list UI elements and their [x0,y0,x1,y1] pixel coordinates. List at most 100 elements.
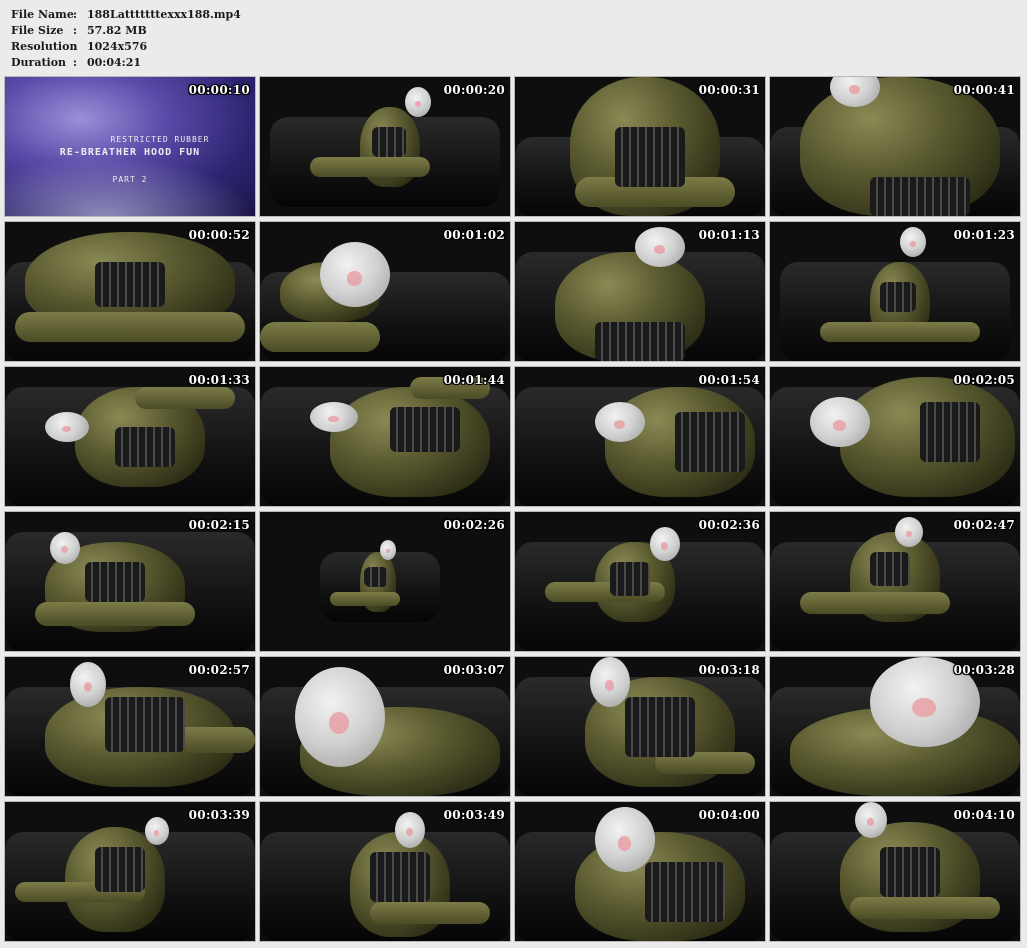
hood-shape [595,402,645,442]
hood-shape [395,812,425,848]
thumbnail-frame[interactable]: 00:04:00 [514,801,766,942]
hood-shape [45,412,89,442]
thumbnail-frame[interactable]: 00:03:18 [514,656,766,797]
thumbnail-image [515,77,765,216]
corset-shape [115,427,175,467]
thumbnail-frame[interactable]: 00:03:28 [769,656,1021,797]
thumbnail-timestamp: 00:00:31 [698,83,760,97]
thumbnail-timestamp: 00:03:18 [698,663,760,677]
thumbnail-frame[interactable]: 00:00:52 [4,221,256,362]
thumbnail-frame[interactable]: 00:02:47 [769,511,1021,652]
duration-label: Duration [11,56,67,69]
hood-shape [310,402,358,432]
corset-shape [615,127,685,187]
thumbnail-frame[interactable]: 00:01:44 [259,366,511,507]
limb-shape [330,592,400,606]
thumbnail-timestamp: 00:04:00 [698,808,760,822]
duration-value: 00:04:21 [87,56,142,69]
thumbnail-frame[interactable]: 00:02:26 [259,511,511,652]
thumbnail-timestamp: 00:02:47 [953,518,1015,532]
thumbnail-image [5,657,255,796]
thumbnail-image [770,222,1020,361]
thumbnail-image [515,512,765,651]
thumbnail-frame[interactable]: 00:01:54 [514,366,766,507]
corset-shape [880,282,916,312]
thumbnail-timestamp: 00:02:57 [188,663,250,677]
corset-shape [364,567,388,587]
resolution-label: Resolution [11,40,78,53]
thumbnail-image [260,222,510,361]
thumbnail-timestamp: 00:02:05 [953,373,1015,387]
thumbnail-frame[interactable]: 00:00:20 [259,76,511,217]
thumbnail-frame[interactable]: 00:00:41 [769,76,1021,217]
corset-shape [645,862,725,922]
thumbnail-image [770,657,1020,796]
thumbnail-timestamp: 00:03:39 [188,808,250,822]
hood-shape [855,802,887,838]
thumbnail-image [770,367,1020,506]
thumbnail-timestamp: 00:01:23 [953,228,1015,242]
title-card-smoke [5,156,255,216]
file-size-value: 57.82 MB [87,24,147,37]
thumbnail-image [770,77,1020,216]
corset-shape [870,552,910,586]
thumbnail-image [5,367,255,506]
corset-shape [625,697,695,757]
thumbnail-frame[interactable]: 00:03:49 [259,801,511,942]
thumbnail-frame[interactable]: 00:02:57 [4,656,256,797]
thumbnail-frame[interactable]: 00:02:05 [769,366,1021,507]
hood-shape [50,532,80,564]
thumbnail-frame[interactable]: 00:02:15 [4,511,256,652]
corset-shape [105,697,185,752]
thumbnail-image [515,657,765,796]
thumbnail-timestamp: 00:00:41 [953,83,1015,97]
file-size-row: File Size : 57.82 MB [11,23,241,39]
thumbnail-frame[interactable]: 00:04:10 [769,801,1021,942]
thumbnail-frame[interactable]: 00:03:07 [259,656,511,797]
thumbnail-timestamp: 00:02:36 [698,518,760,532]
thumbnail-image [260,802,510,941]
corset-shape [595,322,685,361]
hood-shape [145,817,169,845]
thumbnail-timestamp: 00:00:10 [188,83,250,97]
thumbnail-frame[interactable]: 00:01:13 [514,221,766,362]
hood-shape [295,667,385,767]
thumbnail-frame[interactable]: 00:03:39 [4,801,256,942]
limb-shape [310,157,430,177]
duration-row: Duration : 00:04:21 [11,55,241,71]
resolution-separator: : [73,40,78,53]
thumbnail-image [770,512,1020,651]
thumbnail-frame[interactable]: 00:02:36 [514,511,766,652]
thumbnail-image [260,367,510,506]
thumbnail-image [5,512,255,651]
corset-shape [372,127,406,157]
hood-shape [380,540,396,560]
thumbnail-frame[interactable]: 00:01:23 [769,221,1021,362]
thumbnail-image [260,512,510,651]
thumbnail-frame[interactable]: 00:00:31 [514,76,766,217]
thumbnail-timestamp: 00:03:49 [443,808,505,822]
limb-shape [800,592,950,614]
thumbnail-timestamp: 00:02:15 [188,518,250,532]
thumbnail-frame[interactable]: 00:01:02 [259,221,511,362]
hood-shape [650,527,680,561]
thumbnail-image [5,802,255,941]
thumbnail-timestamp: 00:01:54 [698,373,760,387]
thumbnail-timestamp: 00:00:20 [443,83,505,97]
file-name-row: File Name : 188Latttttttexxx188.mp4 [11,7,241,23]
file-name-value: 188Latttttttexxx188.mp4 [87,8,241,21]
corset-shape [870,177,970,216]
file-name-separator: : [73,8,78,21]
hood-shape [320,242,390,307]
file-name-label: File Name [11,8,74,21]
thumbnail-title-card[interactable]: RESTRICTED RUBBER RE-BREATHER HOOD FUN P… [4,76,256,217]
title-card-line3: PART 2 [112,175,148,184]
limb-shape [135,387,235,409]
thumbnail-frame[interactable]: 00:01:33 [4,366,256,507]
thumbnail-image [515,802,765,941]
thumbnail-timestamp: 00:01:13 [698,228,760,242]
thumbnail-timestamp: 00:00:52 [188,228,250,242]
thumbnail-timestamp: 00:04:10 [953,808,1015,822]
hood-shape [810,397,870,447]
hood-shape [70,662,106,707]
